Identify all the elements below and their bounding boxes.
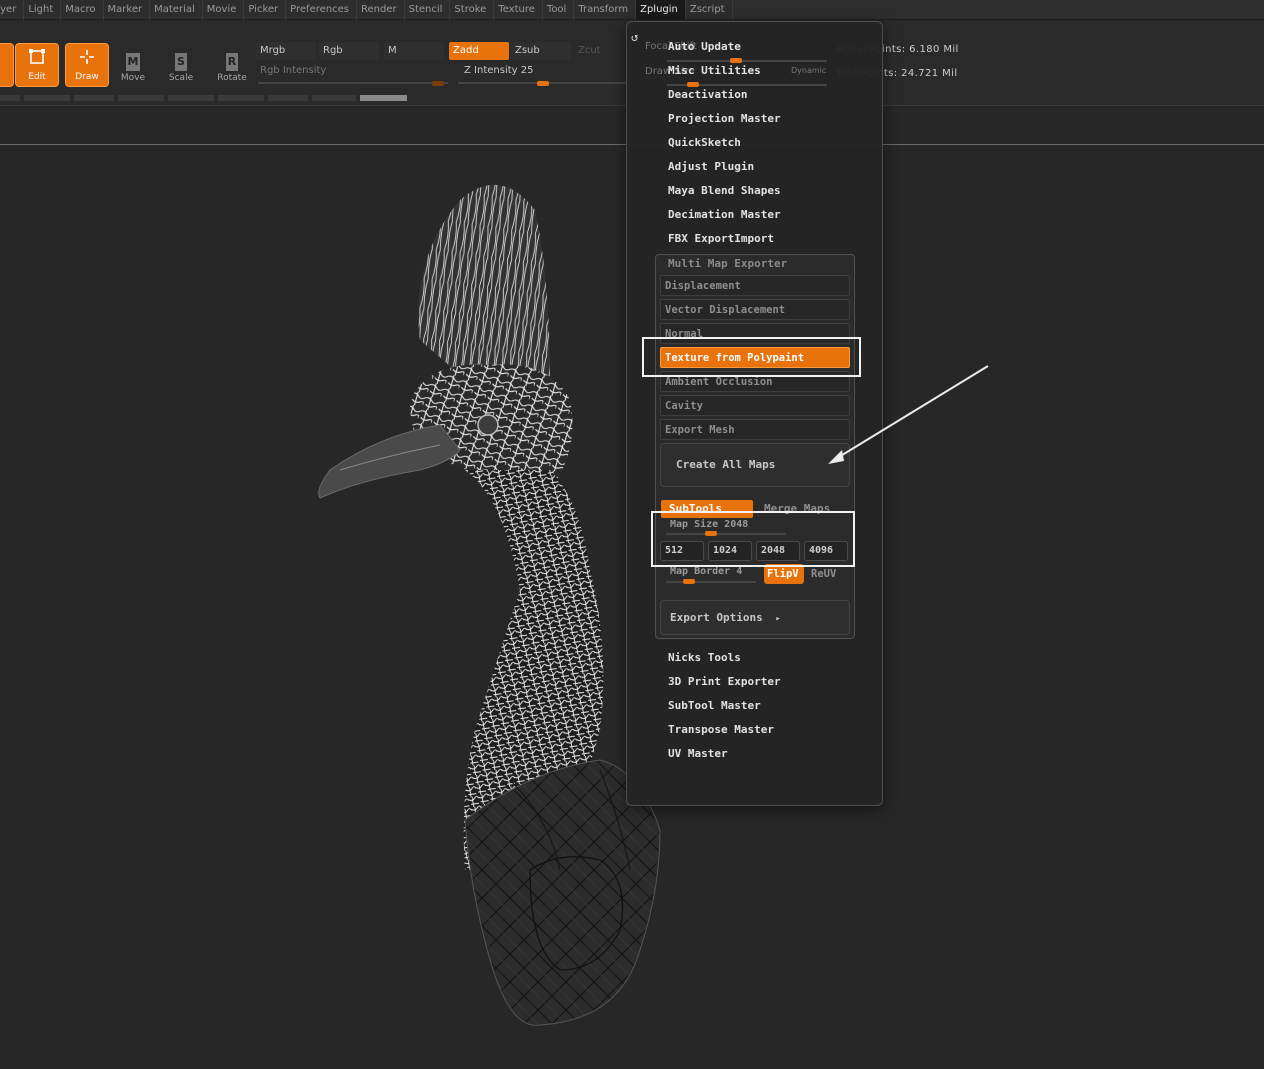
toolbar-partial-button[interactable] xyxy=(0,43,14,87)
move-button[interactable]: M Move xyxy=(111,43,155,87)
arrow-annotation xyxy=(828,365,989,464)
menu-item[interactable]: Texture xyxy=(494,0,543,20)
zplugin-item[interactable]: 3D Print Exporter xyxy=(668,675,781,688)
m-button[interactable]: M xyxy=(384,42,444,60)
menu-item[interactable]: Marker xyxy=(104,0,151,20)
draw-label: Draw xyxy=(75,72,99,82)
zplugin-item[interactable]: Decimation Master xyxy=(668,208,781,221)
highlight-map-size xyxy=(651,511,855,567)
zplugin-item[interactable]: Deactivation xyxy=(668,88,747,101)
menu-item[interactable]: Render xyxy=(357,0,405,20)
mrgb-button[interactable]: Mrgb xyxy=(256,42,316,60)
focal-shift-knob[interactable] xyxy=(730,58,742,63)
scale-label: Scale xyxy=(168,73,194,83)
edit-icon xyxy=(28,48,46,70)
menu-item[interactable]: Light xyxy=(24,0,62,20)
edit-button[interactable]: Edit xyxy=(15,43,59,87)
zplugin-item[interactable]: Maya Blend Shapes xyxy=(668,184,781,197)
scale-button[interactable]: S Scale xyxy=(159,43,203,87)
map-border-track[interactable] xyxy=(666,581,756,583)
refresh-icon[interactable]: ↺ xyxy=(631,30,638,44)
menu-item[interactable]: Stencil xyxy=(405,0,451,20)
zsub-button[interactable]: Zsub xyxy=(511,42,571,60)
map-type-button[interactable]: Vector Displacement xyxy=(660,299,850,320)
menu-item[interactable]: Movie xyxy=(203,0,245,20)
menu-item[interactable]: Preferences xyxy=(286,0,357,20)
zplugin-item[interactable]: QuickSketch xyxy=(668,136,741,149)
menu-item[interactable]: Transform xyxy=(574,0,637,20)
rotate-label: Rotate xyxy=(217,73,247,83)
scale-icon: S xyxy=(175,53,187,71)
rgb-button[interactable]: Rgb xyxy=(319,42,379,60)
menu-item[interactable]: Tool xyxy=(543,0,575,20)
menu-item[interactable]: Zscript xyxy=(686,0,733,20)
focal-shift-track[interactable] xyxy=(667,60,827,62)
dynamic-label[interactable]: Dynamic xyxy=(791,66,826,75)
draw-button[interactable]: Draw xyxy=(65,43,109,87)
move-label: Move xyxy=(120,73,146,83)
menu-item[interactable]: Picker xyxy=(244,0,287,20)
zplugin-item[interactable]: Adjust Plugin xyxy=(668,160,754,173)
menu-item[interactable]: ayer xyxy=(0,0,25,20)
z-intensity-label: Z Intensity 25 xyxy=(464,65,534,76)
rgb-intensity-label: Rgb Intensity xyxy=(260,65,327,76)
edit-label: Edit xyxy=(28,72,46,82)
zplugin-item[interactable]: Transpose Master xyxy=(668,723,774,736)
zplugin-item[interactable]: Misc Utilities xyxy=(668,64,761,77)
rgb-intensity-knob[interactable] xyxy=(432,81,444,86)
draw-size-knob[interactable] xyxy=(687,82,699,87)
zadd-button[interactable]: Zadd xyxy=(449,42,509,60)
status-strip xyxy=(0,95,410,101)
zcut-button[interactable]: Zcut xyxy=(574,42,624,60)
export-options-button[interactable]: Export Options ▸ xyxy=(660,600,850,635)
map-border-knob[interactable] xyxy=(683,579,695,584)
map-type-button[interactable]: Displacement xyxy=(660,275,850,296)
rotate-button[interactable]: R Rotate xyxy=(210,43,254,87)
mme-title[interactable]: Multi Map Exporter xyxy=(668,257,787,270)
menu-item[interactable]: Zplugin xyxy=(636,0,686,20)
z-intensity-knob[interactable] xyxy=(537,81,549,86)
move-icon: M xyxy=(125,53,141,71)
zplugin-item[interactable]: Auto Update xyxy=(668,40,741,53)
zplugin-item[interactable]: FBX ExportImport xyxy=(668,232,774,245)
rotate-icon: R xyxy=(225,53,239,71)
zplugin-item[interactable]: Projection Master xyxy=(668,112,781,125)
map-border-label: Map Border 4 xyxy=(670,566,743,577)
menubar: ayerLightMacroMarkerMaterialMoviePickerP… xyxy=(0,0,1264,20)
flipv-toggle[interactable]: FlipV xyxy=(764,564,804,584)
reuv-toggle[interactable]: ReUV xyxy=(808,564,850,584)
menu-item[interactable]: Material xyxy=(150,0,203,20)
menu-item[interactable]: Macro xyxy=(61,0,104,20)
zplugin-item[interactable]: SubTool Master xyxy=(668,699,761,712)
chevron-right-icon: ▸ xyxy=(775,614,781,624)
export-options-label: Export Options xyxy=(670,611,763,624)
zplugin-item[interactable]: Nicks Tools xyxy=(668,651,741,664)
zplugin-item[interactable]: UV Master xyxy=(668,747,728,760)
menu-item[interactable]: Stroke xyxy=(450,0,495,20)
rgb-intensity-track[interactable] xyxy=(258,82,448,84)
draw-icon xyxy=(78,48,96,70)
